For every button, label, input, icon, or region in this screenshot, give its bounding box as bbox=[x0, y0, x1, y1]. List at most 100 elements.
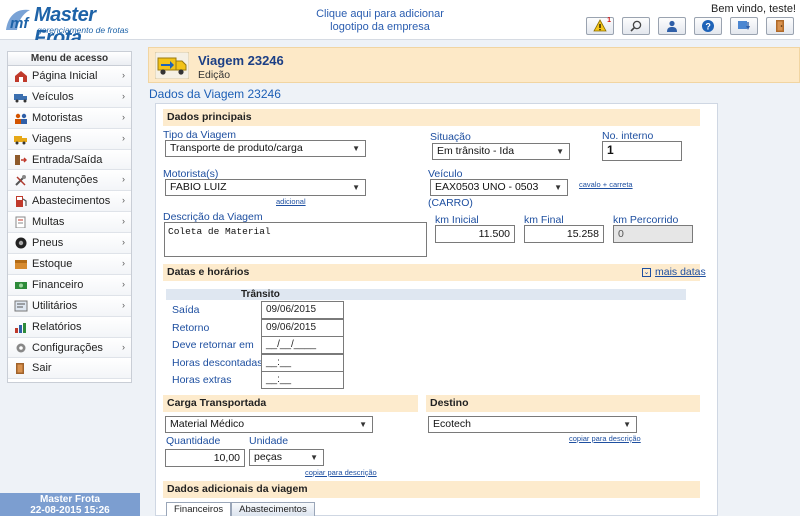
destination-copy-link[interactable]: copiar para descrição bbox=[569, 434, 641, 443]
driver-value: FABIO LUIZ bbox=[170, 181, 227, 193]
add-logo-link[interactable]: Clique aqui para adicionar logotipo da e… bbox=[300, 8, 460, 34]
chevron-right-icon: › bbox=[122, 299, 125, 310]
page-header: Viagem 23246 Edição bbox=[148, 47, 800, 83]
internal-number-input[interactable]: 1 bbox=[602, 141, 682, 161]
date-row-input[interactable]: __/__/____ __:__ bbox=[261, 336, 344, 366]
sidebar-item-label: Página Inicial bbox=[32, 69, 98, 82]
app-logo[interactable]: mf Master Frota gerenciamento de frotas bbox=[4, 4, 134, 49]
quantity-input[interactable]: 10,00 bbox=[165, 449, 245, 467]
help-button[interactable]: ? bbox=[694, 17, 722, 35]
sidebar-item-tools[interactable]: Manutenções › bbox=[8, 170, 131, 192]
sidebar-item-fines[interactable]: Multas › bbox=[8, 212, 131, 234]
sidebar-item-settings[interactable]: Configurações › bbox=[8, 337, 131, 359]
chevron-right-icon: › bbox=[122, 132, 125, 143]
sidebar-item-drivers[interactable]: Motoristas › bbox=[8, 107, 131, 129]
more-dates-toggle[interactable]: ⌄ mais datas bbox=[642, 266, 706, 278]
svg-text:mf: mf bbox=[10, 15, 30, 32]
date-row-input[interactable]: __:__ bbox=[261, 371, 344, 389]
warning-icon bbox=[593, 19, 607, 32]
add-logo-line2: logotipo da empresa bbox=[330, 21, 430, 33]
chevron-down-icon: ▼ bbox=[310, 453, 318, 462]
sidebar-item-money[interactable]: Financeiro › bbox=[8, 274, 131, 296]
tab-abastecimentos[interactable]: Abastecimentos bbox=[231, 502, 315, 516]
access-menu-title: Menu de acesso bbox=[8, 52, 131, 66]
sidebar-item-exit[interactable]: Sair bbox=[8, 358, 131, 380]
help-icon: ? bbox=[702, 20, 714, 32]
page-title: Viagem 23246 bbox=[198, 53, 284, 68]
sidebar-item-entry-exit[interactable]: Entrada/Saída bbox=[8, 149, 131, 171]
chevron-down-icon: ▼ bbox=[623, 420, 631, 429]
driver-select[interactable]: FABIO LUIZ ▼ bbox=[165, 179, 366, 196]
sidebar-item-utilities[interactable]: Utilitários › bbox=[8, 295, 131, 317]
transit-header-label: Trânsito bbox=[241, 289, 280, 300]
date-row-input[interactable]: 09/06/2015 00:00 bbox=[261, 301, 344, 331]
chevron-right-icon: › bbox=[122, 90, 125, 101]
destination-band: Destino bbox=[426, 395, 700, 412]
cargo-select[interactable]: Material Médico ▼ bbox=[165, 416, 373, 433]
logo-subtitle: gerenciamento de frotas bbox=[37, 25, 129, 35]
unit-value: peças bbox=[254, 451, 283, 463]
chevron-right-icon: › bbox=[122, 341, 125, 352]
download-button[interactable] bbox=[730, 17, 758, 35]
sidebar-item-tire[interactable]: Pneus › bbox=[8, 233, 131, 255]
chevron-right-icon: › bbox=[122, 195, 125, 206]
sidebar-item-label: Configurações bbox=[32, 341, 103, 354]
status-select[interactable]: Em trânsito - Ida ▼ bbox=[432, 143, 570, 160]
trip-type-value: Transporte de produto/carga bbox=[170, 142, 303, 154]
expand-icon: ⌄ bbox=[642, 267, 651, 277]
page-subtitle: Edição bbox=[198, 69, 231, 81]
sidebar-item-fuel[interactable]: Abastecimentos › bbox=[8, 191, 131, 213]
destination-value: Ecotech bbox=[433, 418, 471, 430]
sidebar-item-label: Utilitários bbox=[32, 299, 78, 312]
drivers-icon bbox=[15, 113, 27, 124]
chevron-down-icon: ▼ bbox=[352, 144, 360, 153]
sidebar-item-label: Multas bbox=[32, 216, 65, 229]
chevron-right-icon: › bbox=[122, 237, 125, 248]
description-textarea[interactable]: Coleta de Material bbox=[164, 222, 427, 257]
home-icon bbox=[15, 70, 27, 82]
user-button[interactable] bbox=[658, 17, 686, 35]
trip-type-select[interactable]: Transporte de produto/carga ▼ bbox=[165, 140, 366, 157]
status-label: Situação bbox=[430, 131, 471, 143]
km-start-input[interactable]: 11.500 bbox=[435, 225, 515, 243]
km-traveled-input: 0 bbox=[613, 225, 693, 243]
exit-door-icon bbox=[776, 20, 784, 32]
chevron-right-icon: › bbox=[122, 278, 125, 289]
date-row-input[interactable]: __:__ bbox=[261, 353, 344, 372]
vehicle-select[interactable]: EAX0503 UNO - 0503 ▼ bbox=[430, 179, 568, 196]
sidebar-item-trip-truck[interactable]: Viagens › bbox=[8, 128, 131, 150]
date-row-label: Horas extras bbox=[172, 374, 232, 386]
header-toolbar: 1 ? bbox=[586, 17, 794, 35]
user-icon bbox=[667, 20, 677, 32]
logout-button[interactable] bbox=[766, 17, 794, 35]
fuel-icon bbox=[16, 196, 27, 208]
unit-select[interactable]: peças ▼ bbox=[249, 449, 324, 466]
sidebar-item-label: Pneus bbox=[32, 237, 64, 250]
footer-datetime: 22-08-2015 15:26 bbox=[30, 505, 110, 516]
add-driver-link[interactable]: adicional bbox=[276, 197, 306, 206]
sidebar-item-label: Viagens bbox=[32, 132, 72, 145]
cargo-copy-link[interactable]: copiar para descrição bbox=[305, 468, 377, 477]
fines-icon bbox=[15, 216, 26, 229]
utilities-icon bbox=[14, 300, 28, 312]
unit-label: Unidade bbox=[249, 435, 289, 447]
tractor-trailer-link[interactable]: cavalo + carreta bbox=[579, 180, 633, 189]
add-logo-line1: Clique aqui para adicionar bbox=[316, 8, 444, 20]
additional-tabs: Financeiros Abastecimentos bbox=[166, 502, 315, 516]
destination-select[interactable]: Ecotech ▼ bbox=[428, 416, 637, 433]
cargo-band: Carga Transportada bbox=[163, 395, 418, 412]
tab-financeiros[interactable]: Financeiros bbox=[166, 502, 232, 516]
sidebar-item-home[interactable]: Página Inicial › bbox=[8, 66, 131, 87]
sidebar-item-reports[interactable]: Relatórios bbox=[8, 316, 131, 338]
sidebar-item-stock[interactable]: Estoque › bbox=[8, 254, 131, 275]
km-end-input[interactable]: 15.258 bbox=[524, 225, 604, 243]
sidebar-item-label: Motoristas bbox=[32, 111, 83, 124]
search-button[interactable] bbox=[622, 17, 650, 35]
date-row-input[interactable]: 09/06/2015 00:00 bbox=[261, 318, 344, 349]
sidebar-item-truck[interactable]: Veículos › bbox=[8, 86, 131, 108]
date-row-label: Horas descontadas bbox=[172, 356, 263, 369]
dates-band: Datas e horários bbox=[163, 264, 700, 281]
entry-exit-icon bbox=[15, 154, 27, 165]
alerts-button[interactable]: 1 bbox=[586, 17, 614, 35]
date-row-label: Deve retornar em bbox=[172, 339, 254, 351]
